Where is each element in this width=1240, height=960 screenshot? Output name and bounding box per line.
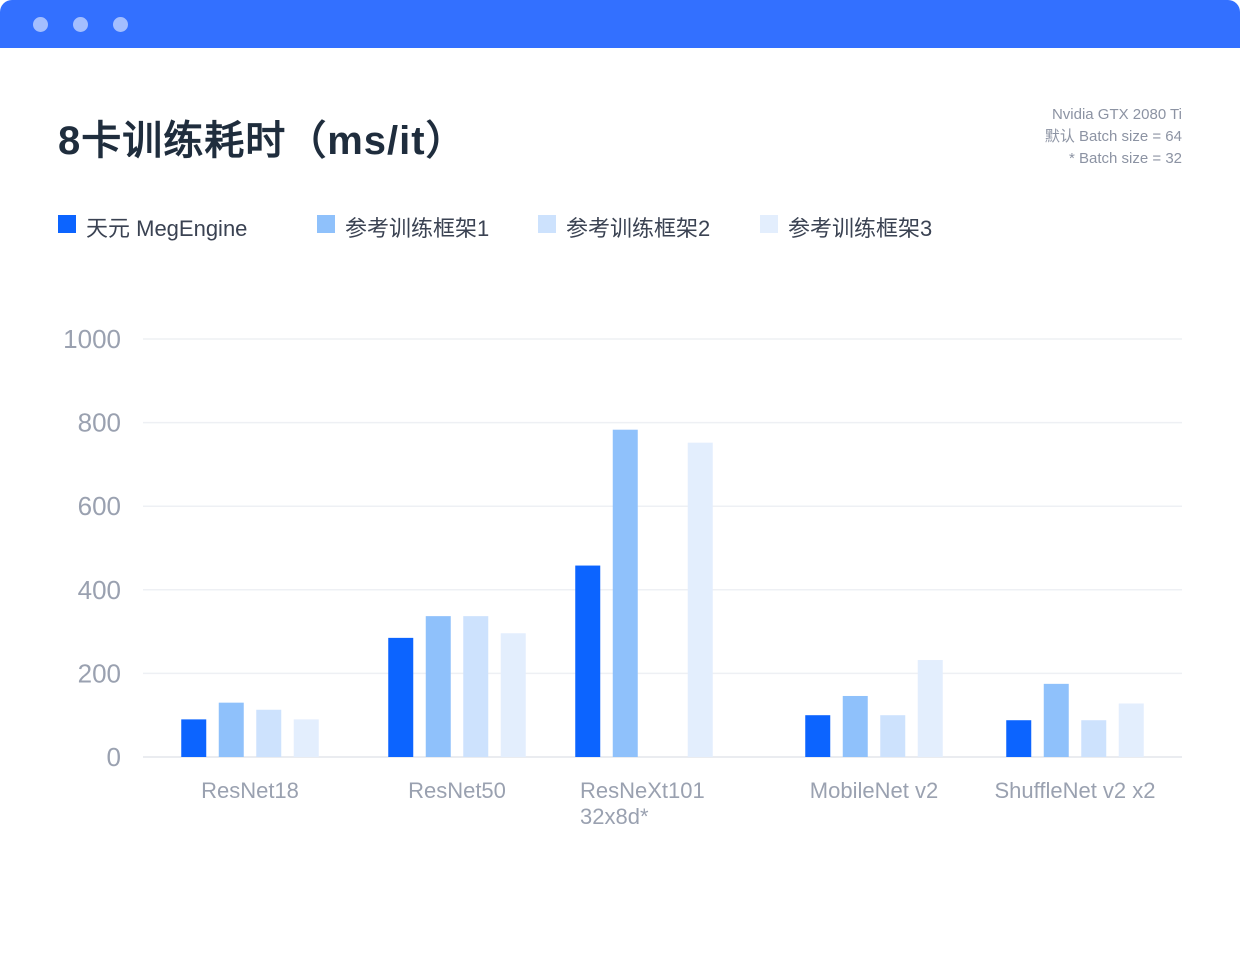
y-tick-label: 0 [107, 742, 121, 772]
x-category-label: ResNet50 [408, 778, 506, 803]
bar-3-2 [463, 616, 489, 757]
bar-3-5 [1081, 720, 1107, 757]
x-category-label: 32x8d* [580, 804, 649, 829]
bar-1-2 [388, 637, 414, 757]
bar-3-4 [880, 715, 906, 757]
y-tick-label: 600 [78, 491, 121, 521]
x-category-label: ResNet18 [201, 778, 299, 803]
bar-1-3 [575, 565, 601, 757]
bar-3-1 [256, 709, 282, 757]
y-tick-label: 400 [78, 575, 121, 605]
y-tick-label: 1000 [63, 324, 121, 354]
bar-4-3 [687, 442, 713, 757]
bar-2-3 [612, 429, 638, 757]
bar-2-5 [1043, 683, 1069, 757]
bar-4-2 [500, 633, 526, 757]
y-tick-label: 200 [78, 658, 121, 688]
bar-4-1 [293, 719, 319, 757]
bar-2-4 [842, 695, 868, 757]
bar-4-4 [917, 660, 943, 757]
bar-2-1 [218, 702, 244, 757]
bar-1-5 [1006, 720, 1032, 757]
x-category-label: ResNeXt101 [580, 778, 705, 803]
bar-2-2 [425, 616, 451, 757]
bar-1-1 [181, 719, 207, 757]
bar-chart: 0 200 400 600 800 1000 ResNet18 ResNet50 ResNeXt… [63, 324, 1182, 829]
bar-1-4 [805, 715, 831, 757]
bar-4-5 [1118, 703, 1144, 757]
y-tick-label: 800 [78, 408, 121, 438]
x-category-label: ShuffleNet v2 x2 [994, 778, 1155, 803]
x-category-label: MobileNet v2 [810, 778, 938, 803]
